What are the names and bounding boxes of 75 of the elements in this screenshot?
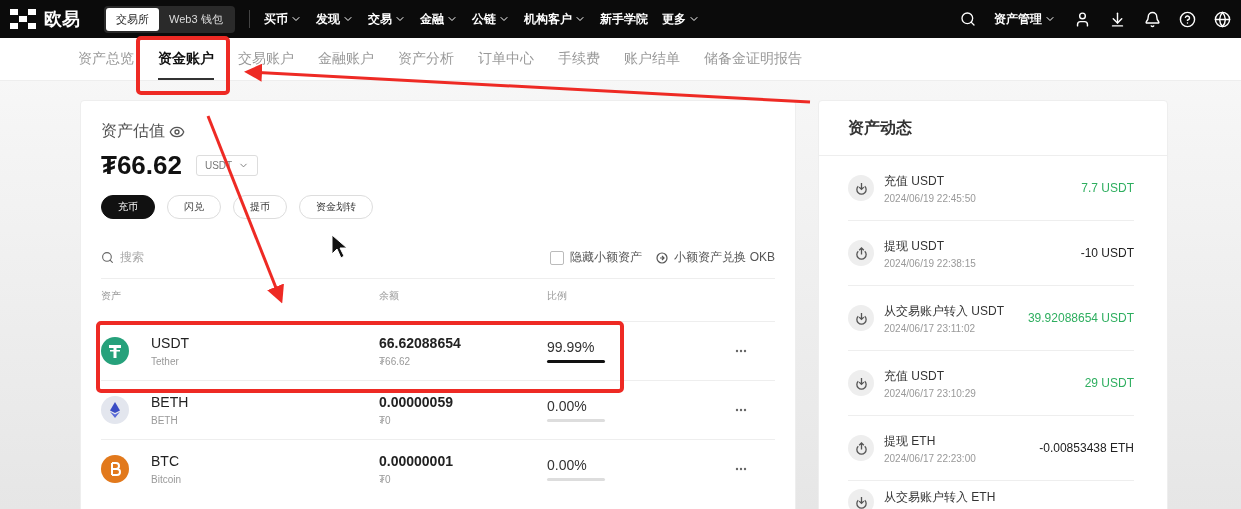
activity-amount: -0.00853438 ETH xyxy=(1039,441,1134,455)
withdraw-icon xyxy=(848,435,874,461)
more-icon[interactable] xyxy=(735,408,747,412)
balance-value: ₮0 xyxy=(379,474,392,485)
balance-amount: 66.62088654 xyxy=(379,335,462,351)
nav-menu-item[interactable]: 新手学院 xyxy=(599,10,648,28)
activity-amount: 39.92088654 USDT xyxy=(1027,311,1134,325)
account-tab[interactable]: 资金账户 xyxy=(158,38,214,80)
action-button[interactable]: 充币 xyxy=(101,195,155,219)
user-icon[interactable] xyxy=(1074,10,1091,28)
nav-menu-item[interactable]: 机构客户 xyxy=(523,10,586,28)
asset-symbol: BETH xyxy=(151,394,190,410)
nav-menu-item[interactable]: 买币 xyxy=(263,10,302,28)
mode-tab[interactable]: Web3 钱包 xyxy=(159,7,233,31)
activity-time: 2024/06/17 23:10:29 xyxy=(884,387,976,399)
balance-amount: 0.00000059 xyxy=(379,394,454,410)
help-icon[interactable] xyxy=(1179,10,1196,28)
deposit-icon xyxy=(848,370,874,396)
nav-menu-item[interactable]: 金融 xyxy=(419,10,458,28)
activity-title-text: 充值 USDT xyxy=(884,172,945,190)
activity-title: 资产动态 xyxy=(819,101,1167,156)
nav-menu-item[interactable]: 公链 xyxy=(471,10,510,28)
nav-menu-item[interactable]: 发现 xyxy=(315,10,354,28)
asset-menu[interactable]: 资产管理 xyxy=(994,10,1056,28)
activity-title-text: 充值 USDT xyxy=(884,367,945,385)
balance-amount: 0.00000001 xyxy=(379,453,454,469)
more-icon[interactable] xyxy=(735,349,747,353)
balance-value: ₮0 xyxy=(379,415,392,426)
asset-name: Bitcoin xyxy=(151,474,182,485)
activity-title-text: 从交易账户转入 ETH xyxy=(884,489,996,506)
activity-time: 2024/06/17 22:23:00 xyxy=(884,452,976,464)
column-header: 余额 xyxy=(379,289,400,303)
asset-name: BETH xyxy=(151,415,179,426)
activity-amount: 7.7 USDT xyxy=(1081,181,1134,195)
column-header: 资产 xyxy=(101,289,122,303)
ratio-value: 0.00% xyxy=(547,457,588,473)
globe-icon[interactable] xyxy=(1214,10,1231,28)
checkbox[interactable] xyxy=(550,250,565,265)
mode-tab[interactable]: 交易所 xyxy=(106,7,159,31)
valuation-title: 资产估值 xyxy=(101,121,165,141)
activity-time: 2024/06/17 23:11:02 xyxy=(884,322,976,334)
activity-title-text: 提现 ETH xyxy=(884,432,937,450)
action-button[interactable]: 资金划转 xyxy=(299,195,373,219)
activity-amount: -10 USDT xyxy=(1080,246,1134,260)
bell-icon[interactable] xyxy=(1144,10,1161,28)
logo-icon xyxy=(10,9,38,29)
column-header: 比例 xyxy=(547,289,568,303)
asset-symbol: BTC xyxy=(151,453,180,469)
total-amount: ₮66.62 xyxy=(101,150,182,181)
ratio-value: 0.00% xyxy=(547,398,588,414)
deposit-icon xyxy=(848,305,874,331)
activity-time: 2024/06/19 22:45:50 xyxy=(884,192,976,204)
asset-name: Tether xyxy=(151,356,180,367)
ratio-value: 99.99% xyxy=(547,339,596,355)
brand-name: 欧易 xyxy=(44,8,80,31)
search-icon[interactable] xyxy=(960,11,976,27)
withdraw-icon xyxy=(848,240,874,266)
balance-value: ₮66.62 xyxy=(379,356,412,367)
asset-symbol: USDT xyxy=(151,335,191,351)
activity-title-text: 提现 USDT xyxy=(884,237,945,255)
activity-title-text: 从交易账户转入 USDT xyxy=(884,302,1004,320)
more-icon[interactable] xyxy=(735,467,747,471)
deposit-icon xyxy=(848,175,874,201)
action-button[interactable]: 闪兑 xyxy=(167,195,221,219)
cursor-icon xyxy=(331,234,348,259)
convert-link[interactable]: 小额资产兑换 OKB xyxy=(674,249,775,266)
nav-menu-item[interactable]: 更多 xyxy=(661,10,700,28)
nav-menu-item[interactable]: 交易 xyxy=(367,10,406,28)
activity-amount: 29 USDT xyxy=(1084,376,1134,390)
convert-icon xyxy=(656,251,669,264)
download-icon[interactable] xyxy=(1109,10,1126,28)
search-icon xyxy=(101,251,114,264)
checkbox-label: 隐藏小额资产 xyxy=(570,249,643,266)
activity-time: 2024/06/19 22:38:15 xyxy=(884,257,976,269)
action-button[interactable]: 提币 xyxy=(233,195,287,219)
